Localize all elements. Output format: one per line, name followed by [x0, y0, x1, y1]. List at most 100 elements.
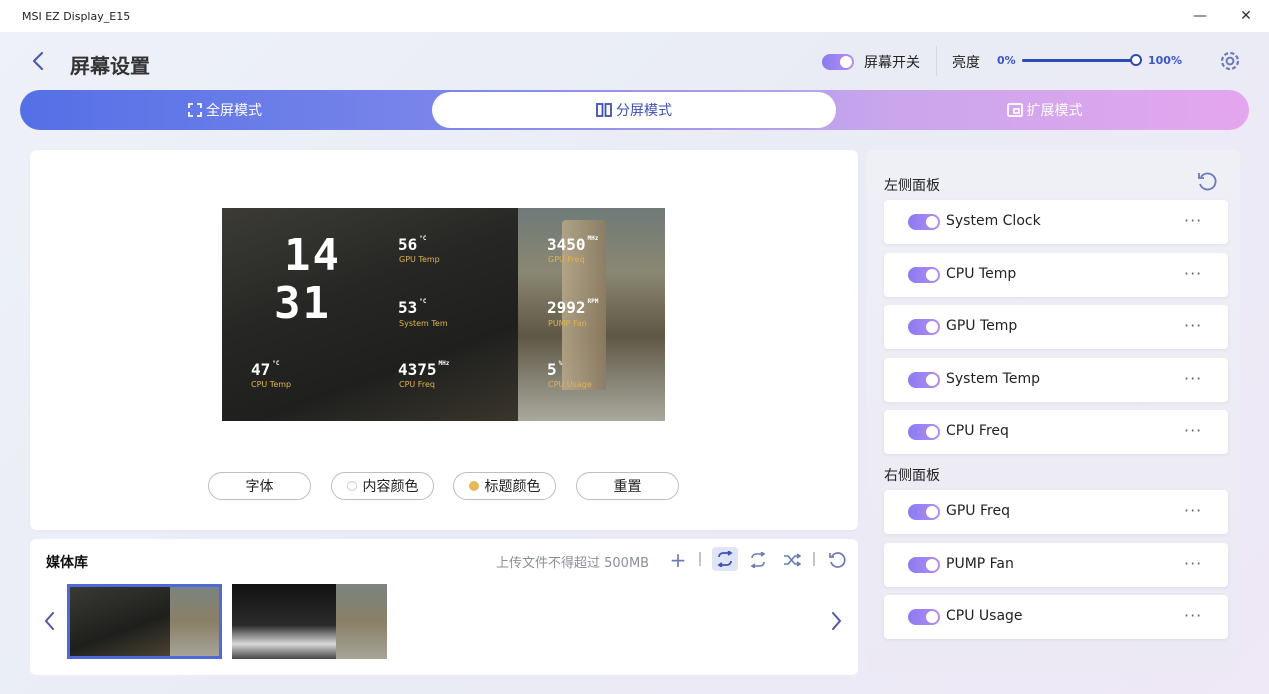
chevron-left-icon[interactable]	[42, 609, 56, 633]
chevron-right-icon[interactable]	[830, 609, 844, 633]
tab-fullscreen-mode[interactable]: 全屏模式	[20, 90, 430, 130]
fullscreen-icon	[188, 103, 202, 117]
repeat-button[interactable]	[746, 549, 770, 571]
preview-gpu-temp-label: GPU Temp	[399, 255, 440, 264]
media-controls-divider-2	[813, 552, 815, 566]
item-toggle[interactable]	[908, 214, 940, 230]
add-media-button[interactable]: +	[668, 548, 688, 572]
thumbnail-1-right	[169, 587, 219, 656]
app-title: MSI EZ Display_E15	[22, 9, 131, 23]
left-panel-item[interactable]: CPU Temp ···	[884, 253, 1228, 297]
left-panel-item[interactable]: System Clock ···	[884, 200, 1228, 244]
tab-extend-label: 扩展模式	[1026, 103, 1083, 119]
upload-limit-text: 上传文件不得超过 500MB	[496, 556, 650, 571]
reset-button-label: 重置	[613, 479, 642, 495]
more-menu-icon[interactable]: ···	[1184, 369, 1202, 388]
more-menu-icon[interactable]: ···	[1184, 554, 1202, 573]
tab-split-mode[interactable]: 分屏模式	[432, 92, 836, 128]
brightness-slider-thumb[interactable]	[1130, 54, 1142, 66]
left-panel-title: 左侧面板	[884, 178, 940, 194]
split-icon	[596, 103, 612, 117]
preview-cpu-usage-label: CPU Usage	[548, 380, 592, 389]
cpu-usage-value: 5	[547, 360, 557, 379]
brightness-slider-track[interactable]	[1022, 59, 1136, 62]
shuffle-button[interactable]	[780, 549, 804, 571]
cpu-temp-value: 47	[251, 360, 271, 379]
content-color-swatch	[346, 481, 357, 491]
content-color-label: 内容颜色	[362, 479, 419, 495]
item-toggle[interactable]	[908, 609, 940, 625]
gpu-freq-value: 3450	[547, 235, 586, 254]
left-panel-item[interactable]: GPU Temp ···	[884, 305, 1228, 349]
mode-tab-bar: 全屏模式 分屏模式 扩展模式	[20, 90, 1249, 130]
item-toggle[interactable]	[908, 267, 940, 283]
preview-cpu-temp-value: 47 °C	[251, 360, 280, 379]
font-button[interactable]: 字体	[208, 472, 311, 500]
more-menu-icon[interactable]: ···	[1184, 264, 1202, 283]
screen-switch-label: 屏幕开关	[864, 55, 920, 71]
brightness-min: 0%	[997, 54, 1016, 67]
right-panel-item[interactable]: PUMP Fan ···	[884, 543, 1228, 587]
cpu-freq-unit: MHz	[438, 360, 450, 367]
font-button-label: 字体	[245, 479, 274, 495]
item-label: CPU Usage	[946, 608, 1023, 624]
more-menu-icon[interactable]: ···	[1184, 501, 1202, 520]
item-toggle[interactable]	[908, 557, 940, 573]
item-label: CPU Temp	[946, 266, 1017, 282]
gpu-freq-unit: MHz	[587, 235, 599, 242]
cpu-freq-value: 4375	[398, 360, 437, 379]
title-color-swatch	[468, 481, 479, 491]
page-title: 屏幕设置	[70, 54, 150, 78]
gear-icon[interactable]	[1217, 48, 1243, 74]
pump-unit: RPM	[587, 298, 599, 305]
title-color-label: 标题颜色	[484, 479, 541, 495]
extend-icon	[1006, 103, 1023, 117]
left-panel-item[interactable]: CPU Freq ···	[884, 410, 1228, 454]
item-toggle[interactable]	[908, 319, 940, 335]
close-button[interactable]: ✕	[1236, 6, 1256, 26]
left-panel-item[interactable]: System Temp ···	[884, 358, 1228, 402]
more-menu-icon[interactable]: ···	[1184, 211, 1202, 230]
refresh-icon[interactable]	[1196, 170, 1218, 192]
media-library: 媒体库 上传文件不得超过 500MB +	[30, 539, 858, 675]
more-menu-icon[interactable]: ···	[1184, 606, 1202, 625]
pump-value: 2992	[547, 298, 586, 317]
item-label: PUMP Fan	[946, 556, 1014, 572]
more-menu-icon[interactable]: ···	[1184, 421, 1202, 440]
brightness-max: 100%	[1148, 54, 1182, 67]
cpu-usage-unit: %	[558, 360, 563, 367]
media-thumbnail-1[interactable]	[67, 584, 222, 659]
back-arrow-icon[interactable]	[28, 49, 48, 73]
item-label: System Temp	[946, 371, 1040, 387]
media-refresh-button[interactable]	[826, 549, 848, 571]
more-menu-icon[interactable]: ···	[1184, 316, 1202, 335]
preview-cpu-temp-label: CPU Temp	[251, 380, 292, 389]
gpu-temp-unit: °C	[419, 235, 427, 242]
right-panel-item[interactable]: CPU Usage ···	[884, 595, 1228, 639]
item-toggle[interactable]	[908, 424, 940, 440]
tab-split-label: 分屏模式	[616, 103, 672, 119]
reset-button[interactable]: 重置	[576, 472, 679, 500]
gpu-temp-value: 56	[398, 235, 418, 254]
item-label: CPU Freq	[946, 423, 1009, 439]
preview-left-background	[222, 208, 518, 421]
minimize-button[interactable]: —	[1190, 6, 1210, 26]
cpu-temp-unit: °C	[272, 360, 280, 367]
media-library-title: 媒体库	[46, 555, 88, 571]
media-thumbnail-2[interactable]	[232, 584, 387, 659]
item-label: System Clock	[946, 213, 1041, 229]
preview-sys-temp-label: System Tem	[399, 319, 448, 328]
tab-extend-mode[interactable]: 扩展模式	[840, 90, 1249, 130]
loop-all-button[interactable]	[712, 547, 738, 571]
preview-sys-temp-value: 53 °C	[398, 298, 427, 317]
title-color-button[interactable]: 标题颜色	[453, 472, 556, 500]
screen-switch-toggle[interactable]	[822, 54, 854, 70]
preview-card: 14 31 56 °C GPU Temp 53 °C System Tem 47 °C…	[30, 150, 858, 530]
item-toggle[interactable]	[908, 372, 940, 388]
right-panel-item[interactable]: GPU Freq ···	[884, 490, 1228, 534]
content-color-button[interactable]: 内容颜色	[331, 472, 434, 500]
sys-temp-unit: °C	[419, 298, 427, 305]
sys-temp-value: 53	[398, 298, 418, 317]
display-preview: 14 31 56 °C GPU Temp 53 °C System Tem 47 °C…	[222, 208, 665, 421]
item-toggle[interactable]	[908, 504, 940, 520]
